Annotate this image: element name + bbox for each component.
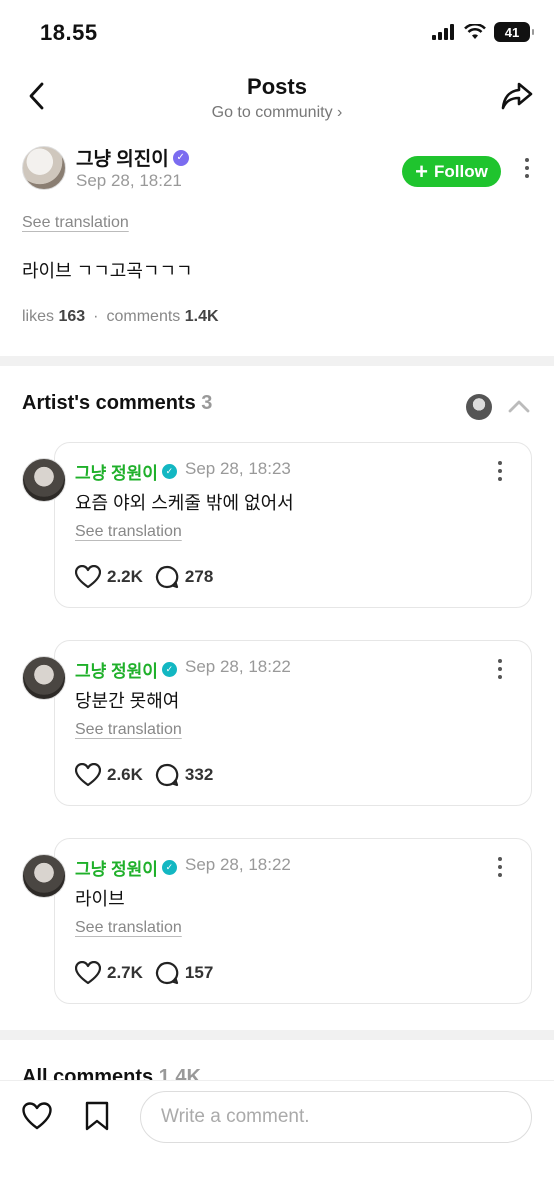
section-divider xyxy=(0,1030,554,1040)
comment-text: 라이브 xyxy=(75,889,125,909)
commenter-avatar[interactable] xyxy=(22,458,66,502)
comment-timestamp: Sep 28, 18:22 xyxy=(185,855,291,874)
heart-icon xyxy=(75,961,101,985)
follow-button[interactable]: + Follow xyxy=(402,156,501,187)
stat-separator: · xyxy=(93,308,99,325)
commenter-name[interactable]: 그냥 정원이 ✓ xyxy=(75,459,177,484)
post-timestamp: Sep 28, 18:21 xyxy=(76,171,182,190)
commenter-name[interactable]: 그냥 정원이 ✓ xyxy=(75,855,177,880)
top-nav: Posts Go to community › xyxy=(0,68,554,128)
verified-badge-icon: ✓ xyxy=(172,149,189,166)
like-count: 2.7K xyxy=(107,963,143,982)
more-vertical-icon[interactable] xyxy=(495,857,505,877)
artist-comment-card: 그냥 정원이 ✓ Sep 28, 18:22 라이브 See translati… xyxy=(22,838,532,1004)
heart-icon xyxy=(75,763,101,787)
comment-actions: 2.6K 332 xyxy=(75,763,225,787)
more-vertical-icon[interactable] xyxy=(495,461,505,481)
comment-text: 당분간 못해여 xyxy=(75,691,180,711)
comment-input[interactable] xyxy=(140,1091,532,1143)
author-name[interactable]: 그냥 의진이 ✓ xyxy=(76,144,189,171)
commenter-name[interactable]: 그냥 정원이 ✓ xyxy=(75,657,177,682)
more-vertical-icon[interactable] xyxy=(522,158,532,178)
like-button[interactable]: 2.7K xyxy=(75,961,143,985)
verified-badge-icon: ✓ xyxy=(161,662,177,677)
post-see-translation[interactable]: See translation xyxy=(22,214,129,232)
status-icons: 41 xyxy=(432,22,534,42)
heart-icon[interactable] xyxy=(22,1101,52,1131)
comments-stat[interactable]: comments 1.4K xyxy=(107,308,219,326)
wifi-icon xyxy=(464,24,486,39)
like-button[interactable]: 2.6K xyxy=(75,763,143,787)
bottom-comment-bar xyxy=(0,1080,554,1199)
artist-comments-count: 3 xyxy=(201,392,213,414)
comment-bubble-icon xyxy=(155,565,179,589)
heart-icon xyxy=(75,565,101,589)
status-bar: 18.55 41 xyxy=(0,0,554,64)
artist-comments-header: Artist's comments 3 xyxy=(22,392,532,424)
reply-count: 278 xyxy=(184,567,214,586)
comment-text: 요즘 야외 스케줄 밖에 없어서 xyxy=(75,493,294,513)
reply-button[interactable]: 332 xyxy=(155,763,213,787)
follow-label: Follow xyxy=(434,161,488,181)
reply-count: 157 xyxy=(184,963,214,982)
page-title: Posts xyxy=(247,74,307,99)
comment-see-translation[interactable]: See translation xyxy=(75,721,182,739)
commenter-avatar[interactable] xyxy=(22,854,66,898)
comment-timestamp: Sep 28, 18:22 xyxy=(185,657,291,676)
artist-comment-card: 그냥 정원이 ✓ Sep 28, 18:22 당분간 못해여 See trans… xyxy=(22,640,532,806)
more-vertical-icon[interactable] xyxy=(495,659,505,679)
post-body: 라이브 ㄱㄱ고곡ㄱㄱㄱ xyxy=(22,261,193,281)
comment-bubble-icon xyxy=(155,763,179,787)
commenter-avatar[interactable] xyxy=(22,656,66,700)
plus-icon: + xyxy=(415,158,429,184)
reply-count: 332 xyxy=(184,765,214,784)
artist-comment-card: 그냥 정원이 ✓ Sep 28, 18:23 요즘 야외 스케줄 밖에 없어서 … xyxy=(22,442,532,608)
likes-stat[interactable]: likes 163 xyxy=(22,308,85,326)
section-divider xyxy=(0,356,554,366)
status-time: 18.55 xyxy=(40,20,98,45)
author-avatar[interactable] xyxy=(22,146,66,190)
signal-icon xyxy=(432,24,454,40)
artist-mini-avatar xyxy=(466,394,492,420)
like-count: 2.2K xyxy=(107,567,143,586)
bookmark-icon[interactable] xyxy=(84,1101,110,1131)
comment-bubble-icon xyxy=(155,961,179,985)
verified-badge-icon: ✓ xyxy=(161,860,177,875)
comment-actions: 2.2K 278 xyxy=(75,565,225,589)
like-button[interactable]: 2.2K xyxy=(75,565,143,589)
chevron-up-icon[interactable] xyxy=(508,398,530,414)
artist-comments-title: Artist's comments 3 xyxy=(22,392,213,414)
post-stats: likes 163 · comments 1.4K xyxy=(22,308,219,326)
post-header: 그냥 의진이 ✓ Sep 28, 18:21 + Follow xyxy=(22,144,536,194)
comment-see-translation[interactable]: See translation xyxy=(75,919,182,937)
go-to-community-link[interactable]: Go to community › xyxy=(0,104,554,122)
like-count: 2.6K xyxy=(107,765,143,784)
comment-actions: 2.7K 157 xyxy=(75,961,225,985)
share-icon[interactable] xyxy=(500,80,534,112)
reply-button[interactable]: 278 xyxy=(155,565,213,589)
verified-badge-icon: ✓ xyxy=(161,464,177,479)
reply-button[interactable]: 157 xyxy=(155,961,213,985)
author-name-text: 그냥 의진이 xyxy=(76,149,169,170)
battery-icon: 41 xyxy=(494,22,534,42)
comment-timestamp: Sep 28, 18:23 xyxy=(185,459,291,478)
comment-see-translation[interactable]: See translation xyxy=(75,523,182,541)
